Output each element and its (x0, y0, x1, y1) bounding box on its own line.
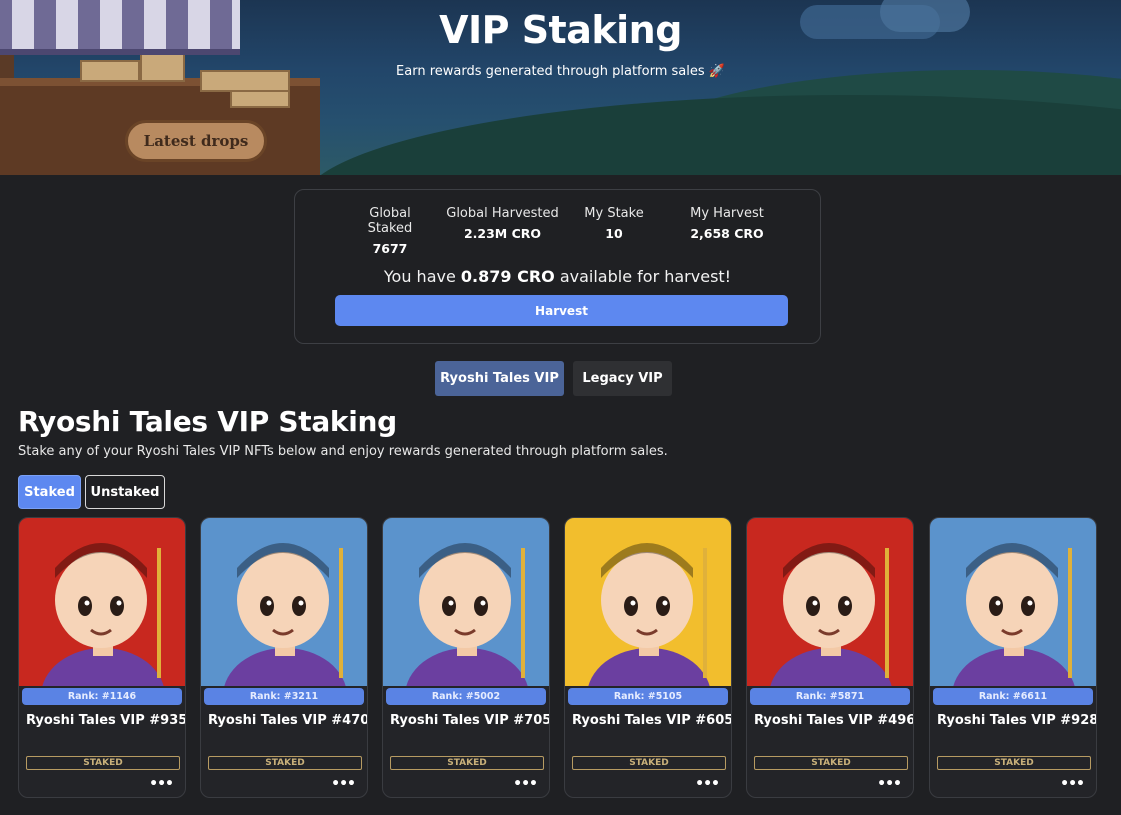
staked-status-badge: STAKED (208, 756, 362, 770)
rank-badge: Rank: #5002 (386, 688, 546, 705)
rank-badge: Rank: #5105 (568, 688, 728, 705)
nft-card[interactable]: Rank: #6611 Ryoshi Tales VIP #9289 STAKED •… (929, 517, 1097, 798)
nft-name[interactable]: Ryoshi Tales VIP #4968 (754, 713, 913, 728)
nft-card[interactable]: Rank: #5002 Ryoshi Tales VIP #7055 STAKED •… (382, 517, 550, 798)
tab-legacy-vip[interactable]: Legacy VIP (573, 361, 672, 396)
nft-card[interactable]: Rank: #5105 Ryoshi Tales VIP #6054 STAKED •… (564, 517, 732, 798)
tab-ryoshi-tales-vip[interactable]: Ryoshi Tales VIP (435, 361, 564, 396)
nft-image[interactable] (930, 518, 1096, 686)
more-options-icon[interactable]: ••• (331, 776, 356, 792)
nft-image[interactable] (201, 518, 367, 686)
nft-image[interactable] (747, 518, 913, 686)
stat-global-staked: Global Staked 7677 (345, 206, 435, 256)
harvest-available-text: You have 0.879 CRO available for harvest… (383, 267, 732, 286)
filter-unstaked-button[interactable]: Unstaked (85, 475, 165, 509)
nft-name[interactable]: Ryoshi Tales VIP #6054 (572, 713, 731, 728)
harvest-amount: 0.879 CRO (460, 267, 555, 286)
staked-status-badge: STAKED (572, 756, 726, 770)
nft-image[interactable] (383, 518, 549, 686)
staked-status-badge: STAKED (390, 756, 544, 770)
nft-image[interactable] (19, 518, 185, 686)
stat-value: 2,658 CRO (690, 226, 764, 241)
harvest-button[interactable]: Harvest (335, 295, 788, 326)
staked-status-badge: STAKED (937, 756, 1091, 770)
nft-name[interactable]: Ryoshi Tales VIP #9357 (26, 713, 185, 728)
stat-value: 2.23M CRO (463, 226, 542, 241)
page-subtitle: Earn rewards generated through platform … (396, 64, 725, 79)
more-options-icon[interactable]: ••• (877, 776, 902, 792)
stat-value: 7677 (372, 241, 408, 256)
rank-badge: Rank: #6611 (933, 688, 1093, 705)
stat-label: Global Staked (367, 206, 413, 236)
hero-banner: Latest drops VIP Staking Earn rewards ge… (0, 0, 1121, 175)
staked-status-badge: STAKED (754, 756, 908, 770)
nft-name[interactable]: Ryoshi Tales VIP #7055 (390, 713, 549, 728)
nft-name[interactable]: Ryoshi Tales VIP #9289 (937, 713, 1096, 728)
section-title: Ryoshi Tales VIP Staking (18, 405, 397, 438)
more-options-icon[interactable]: ••• (695, 776, 720, 792)
page-title: VIP Staking (439, 8, 682, 52)
rank-badge: Rank: #1146 (22, 688, 182, 705)
more-options-icon[interactable]: ••• (1060, 776, 1085, 792)
staked-status-badge: STAKED (26, 756, 180, 770)
stat-my-harvest: My Harvest 2,658 CRO (679, 206, 775, 241)
rank-badge: Rank: #5871 (750, 688, 910, 705)
stat-label: Global Harvested (446, 206, 559, 221)
nft-card[interactable]: Rank: #3211 Ryoshi Tales VIP #470 STAKED ••… (200, 517, 368, 798)
rank-badge: Rank: #3211 (204, 688, 364, 705)
filter-staked-button[interactable]: Staked (18, 475, 81, 509)
stats-card: Global Staked 7677 Global Harvested 2.23… (294, 189, 821, 344)
hill-decoration (300, 95, 1121, 175)
stat-global-harvested: Global Harvested 2.23M CRO (445, 206, 560, 241)
stat-my-stake: My Stake 10 (578, 206, 650, 241)
nft-image[interactable] (565, 518, 731, 686)
nft-card[interactable]: Rank: #1146 Ryoshi Tales VIP #9357 STAKED •… (18, 517, 186, 798)
more-options-icon[interactable]: ••• (513, 776, 538, 792)
nft-name[interactable]: Ryoshi Tales VIP #470 (208, 713, 367, 728)
stat-value: 10 (605, 226, 623, 241)
section-description: Stake any of your Ryoshi Tales VIP NFTs … (18, 444, 668, 459)
more-options-icon[interactable]: ••• (149, 776, 174, 792)
latest-drops-sign: Latest drops (125, 120, 267, 162)
stat-label: My Stake (584, 206, 644, 221)
stat-label: My Harvest (690, 206, 764, 221)
nft-card[interactable]: Rank: #5871 Ryoshi Tales VIP #4968 STAKED •… (746, 517, 914, 798)
